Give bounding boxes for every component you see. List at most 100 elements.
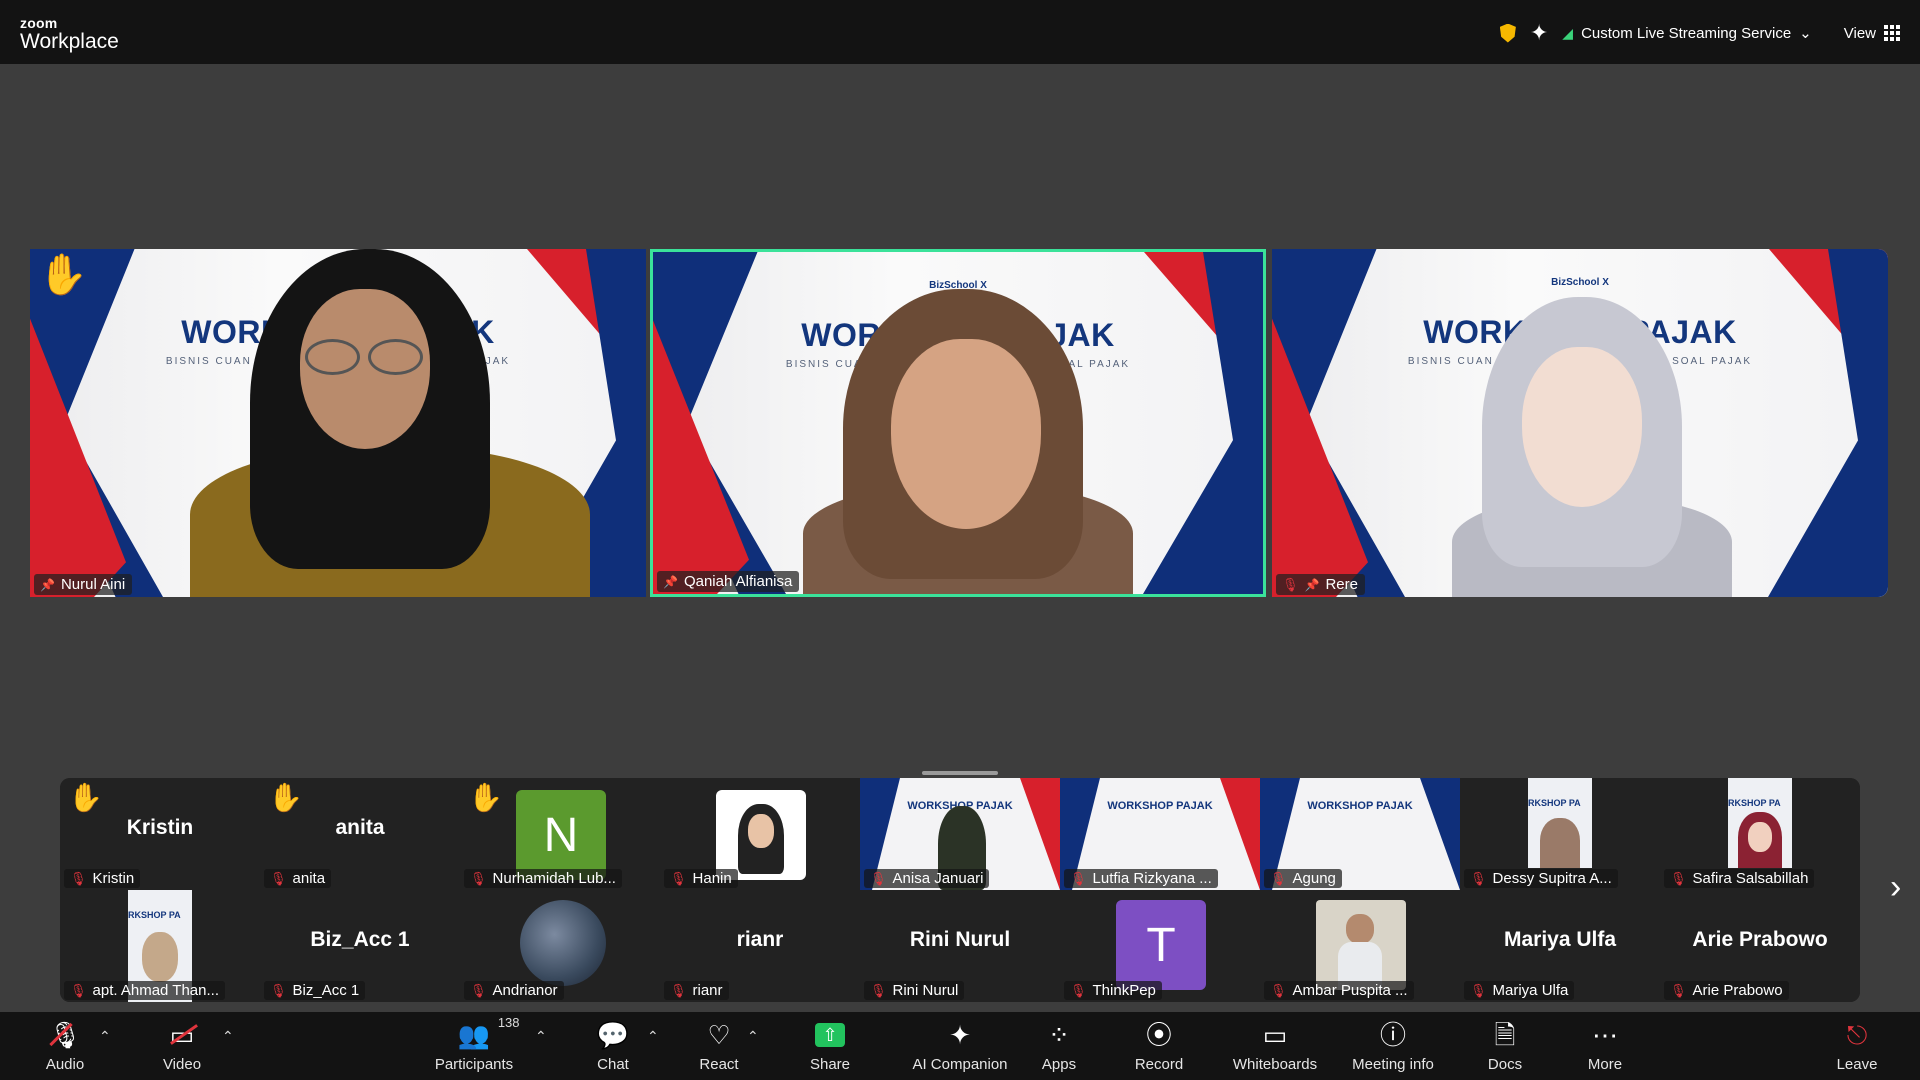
gallery-tile[interactable]: WORKSHOP PAJAK 🎙︎ Lutfia Rizkyana ... (1060, 778, 1260, 890)
initial-avatar: T (1116, 900, 1206, 990)
leave-icon: ⎋ (1846, 1020, 1868, 1050)
ai-companion-button[interactable]: ✦ AI Companion (905, 1018, 1015, 1073)
stream-label: Custom Live Streaming Service (1581, 24, 1792, 42)
shield-icon[interactable] (1499, 23, 1516, 43)
mic-muted-icon: 🎙︎ (470, 982, 487, 998)
gallery-tile[interactable]: 🎙︎ Ambar Puspita ... (1260, 890, 1460, 1002)
gallery-resize-handle[interactable] (922, 771, 998, 775)
audio-options-caret-icon[interactable]: ⌃ (99, 1028, 111, 1045)
participant-name: Safira Salsabillah (1692, 870, 1809, 887)
participant-display-name: Biz_Acc 1 (310, 928, 410, 951)
gallery-tile[interactable]: RKSHOP PA 🎙︎ Dessy Supitra A... (1460, 778, 1660, 890)
raised-hand-icon: ✋ (468, 782, 503, 813)
record-button[interactable]: ⦿ Record (1114, 1018, 1204, 1073)
raised-hand-icon: ✋ (268, 782, 303, 813)
participant-name-chip: 🎙︎ Mariya Ulfa (1464, 981, 1575, 1000)
gallery-tile[interactable]: Arie Prabowo 🎙︎ Arie Prabowo (1660, 890, 1860, 1002)
mic-muted-icon: 🎙︎ (470, 870, 487, 886)
heart-icon: ♡ (707, 1020, 731, 1050)
mic-muted-icon: 🎙︎ (870, 982, 887, 998)
gallery-tile[interactable]: T 🎙︎ ThinkPep (1060, 890, 1260, 1002)
mini-slide-title: RKSHOP PA (1528, 798, 1581, 808)
gallery-tile[interactable]: Biz_Acc 1 🎙︎ Biz_Acc 1 (260, 890, 460, 1002)
react-button[interactable]: ♡ React (674, 1018, 764, 1073)
live-stream-dropdown[interactable]: ◢ Custom Live Streaming Service ⌄ (1562, 24, 1812, 43)
audio-button[interactable]: 🎙︎ Audio (20, 1018, 110, 1073)
video-options-caret-icon[interactable]: ⌃ (222, 1028, 234, 1045)
participant-name: anita (292, 870, 326, 887)
pin-icon: 📌 (1304, 577, 1320, 592)
react-label: React (699, 1056, 739, 1073)
chevron-down-icon: ⌄ (1799, 25, 1812, 42)
ai-sparkle-icon: ✦ (949, 1020, 971, 1050)
apps-button[interactable]: ⁘ Apps (1014, 1018, 1104, 1073)
gallery-tile[interactable]: WORKSHOP PAJAK 🎙︎ Anisa Januari (860, 778, 1060, 890)
view-button[interactable]: View (1844, 25, 1900, 42)
participants-button[interactable]: 👥 138 Participants (429, 1016, 520, 1073)
pin-icon: 📌 (663, 574, 678, 589)
participant-name-chip: 🎙︎ rianr (664, 981, 729, 1000)
gallery-tile[interactable]: 🎙︎ Andrianor (460, 890, 660, 1002)
gallery-tile[interactable]: rianr 🎙︎ rianr (660, 890, 860, 1002)
speaker-tile[interactable]: BizSchool X WORKSHOP PAJAK BISNIS CUAN M… (30, 249, 646, 597)
gallery-tile[interactable]: Rini Nurul 🎙︎ Rini Nurul (860, 890, 1060, 1002)
gallery-next-arrow-icon[interactable]: › (1890, 870, 1901, 904)
gallery-tile[interactable]: ✋ N 🎙︎ Nurhamidah Lub... (460, 778, 660, 890)
participant-name-chip: 🎙︎ ThinkPep (1064, 981, 1162, 1000)
mic-muted-icon: 🎙︎ (1270, 870, 1287, 886)
participant-name-chip: 🎙︎ apt. Ahmad Than... (64, 981, 225, 1000)
participants-caret-icon[interactable]: ⌃ (535, 1028, 547, 1045)
profile-photo (716, 790, 806, 880)
meeting-toolbar: 🎙︎ Audio ⌃ ▭ Video ⌃ 👥138 Participants ⌃… (0, 1012, 1920, 1080)
gallery-tile[interactable]: RKSHOP PA 🎙︎ Safira Salsabillah (1660, 778, 1860, 890)
gallery-tile[interactable]: WORKSHOP PAJAK 🎙︎ Agung (1260, 778, 1460, 890)
share-arrow-icon: ⇧ (815, 1023, 845, 1047)
leave-button[interactable]: ⎋ Leave (1812, 1018, 1902, 1073)
raised-hand-icon: ✋ (38, 253, 88, 297)
participant-display-name: Arie Prabowo (1692, 928, 1828, 951)
grid-icon (1884, 25, 1900, 41)
gallery-tile[interactable]: 🎙︎ Hanin (660, 778, 860, 890)
participant-name-chip: 🎙︎ Kristin (64, 869, 141, 888)
ai-sparkle-icon[interactable]: ✦ (1530, 22, 1548, 44)
speaker-name: Rere (1325, 576, 1358, 593)
mic-muted-icon: 🎙︎ (1670, 870, 1687, 886)
participant-name-chip: 🎙︎ Anisa Januari (864, 869, 990, 888)
chat-caret-icon[interactable]: ⌃ (647, 1028, 659, 1045)
video-label: Video (162, 1056, 202, 1073)
more-button[interactable]: ⋯ More (1560, 1018, 1650, 1073)
mic-muted-icon: 🎙︎ (48, 1020, 82, 1050)
participant-name-chip: 🎙︎ Arie Prabowo (1664, 981, 1789, 1000)
chat-label: Chat (597, 1056, 629, 1073)
docs-button[interactable]: 🗎 Docs (1460, 1018, 1550, 1073)
initial-avatar: N (516, 790, 606, 880)
participant-name: Anisa Januari (892, 870, 984, 887)
mini-slide-title: WORKSHOP PAJAK (1107, 800, 1213, 812)
react-caret-icon[interactable]: ⌃ (747, 1028, 759, 1045)
participants-label: Participants (434, 1056, 514, 1073)
gallery-tile[interactable]: RKSHOP PA 🎙︎ apt. Ahmad Than... (60, 890, 260, 1002)
speaker-tile[interactable]: BizSchool X WORKSHOP PAJAK BISNIS CUAN M… (1272, 249, 1888, 597)
mini-slide-title: RKSHOP PA (1728, 798, 1781, 808)
participant-name-chip: 🎙︎ Agung (1264, 869, 1342, 888)
video-button[interactable]: ▭ Video (137, 1018, 227, 1073)
active-speaker-tile[interactable]: BizSchool X WORKSHOP PAJAK BISNIS CUAN M… (650, 249, 1266, 597)
participant-display-name: rianr (736, 928, 784, 951)
participant-name-chip: 🎙︎ Hanin (664, 869, 738, 888)
share-button[interactable]: ⇧ Share (785, 1018, 875, 1073)
gallery-tile[interactable]: ✋ anita 🎙︎ anita (260, 778, 460, 890)
chat-button[interactable]: 💬 Chat (568, 1018, 658, 1073)
mic-muted-icon: 🎙︎ (1282, 576, 1299, 592)
gallery-tile[interactable]: Mariya Ulfa 🎙︎ Mariya Ulfa (1460, 890, 1660, 1002)
participant-name-chip: 🎙︎ Andrianor (464, 981, 564, 1000)
meeting-info-label: Meeting info (1352, 1056, 1434, 1073)
zoom-workplace-logo: zoom Workplace (20, 16, 119, 52)
whiteboards-button[interactable]: ▭ Whiteboards (1225, 1018, 1325, 1073)
participant-name: Kristin (92, 870, 135, 887)
raised-hand-icon: ✋ (68, 782, 103, 813)
participant-display-name: Rini Nurul (909, 928, 1011, 951)
apps-label: Apps (1041, 1056, 1077, 1073)
more-dots-icon: ⋯ (1592, 1020, 1618, 1050)
gallery-tile[interactable]: ✋ Kristin 🎙︎ Kristin (60, 778, 260, 890)
meeting-info-button[interactable]: ⓘ Meeting info (1343, 1018, 1443, 1073)
